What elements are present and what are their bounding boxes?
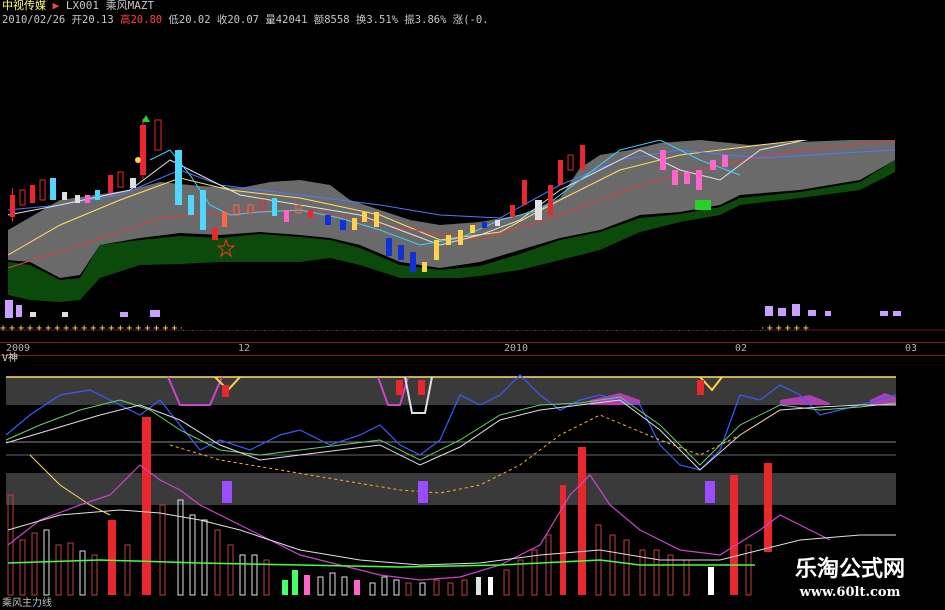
purple-signal-bar: [222, 481, 232, 503]
purple-signal-bar: [418, 481, 428, 503]
redacted-overlay-top: [535, 0, 945, 140]
histogram-bars: [7, 417, 772, 596]
purple-signal-bar: [705, 481, 715, 503]
watermark-title: 乐淘公式网: [794, 557, 905, 582]
watermark-box: 乐淘公式网 www.60lt.com: [755, 552, 945, 609]
date-tick: 02: [735, 343, 748, 354]
date-axis: [0, 342, 945, 356]
signal-badge: [695, 200, 711, 210]
osc-line-white: [5, 399, 896, 471]
watermark-url: www.60lt.com: [799, 585, 901, 600]
redacted-overlay-middle: [182, 278, 762, 330]
date-tick: 2010: [504, 343, 529, 354]
signal-dot: [135, 157, 141, 163]
date-tick: 03: [905, 343, 918, 354]
bottom-indicator-name: 乘风主力线: [2, 598, 52, 609]
date-tick: 12: [238, 343, 251, 354]
indicator-gray-zone-bottom: [6, 473, 896, 505]
indicator-gray-zone-top: [6, 377, 896, 405]
